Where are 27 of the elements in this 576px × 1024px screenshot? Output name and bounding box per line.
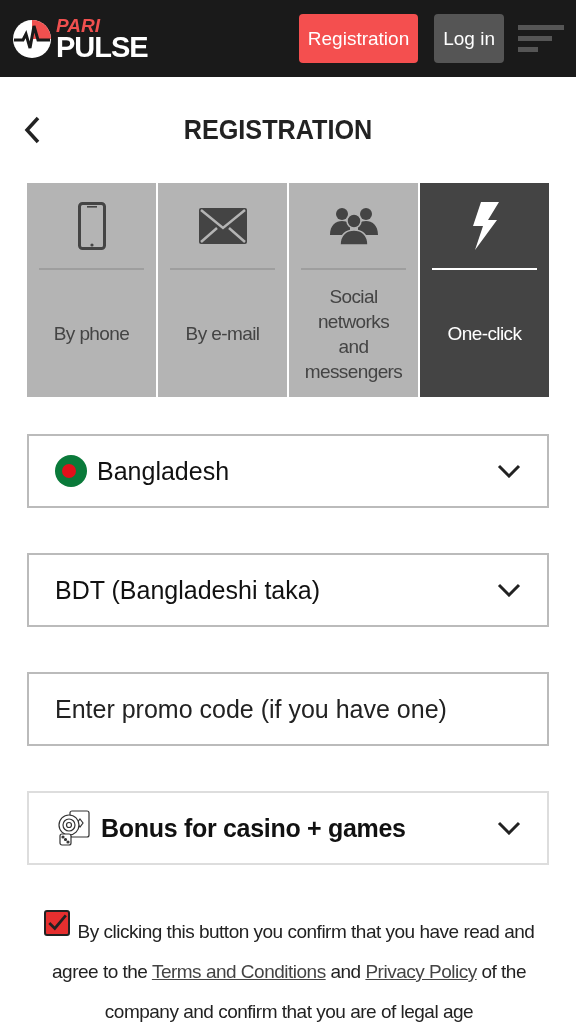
- chevron-down-icon: [497, 821, 521, 835]
- terms-link[interactable]: Terms and Conditions: [151, 961, 326, 982]
- chevron-down-icon: [497, 583, 521, 597]
- login-button[interactable]: Log in: [434, 14, 504, 63]
- promo-code-field[interactable]: Enter promo code (if you have one): [27, 672, 549, 746]
- logo-text: PARI: [56, 16, 102, 34]
- logo-icon: [12, 18, 52, 59]
- casino-icon: [57, 810, 91, 846]
- page-title: REGISTRATION: [182, 114, 374, 146]
- people-icon: [329, 206, 378, 245]
- registration-tab[interactable]: Social networks and messengers: [289, 183, 418, 397]
- consent-text: By clicking this button you confirm that you have read and agree to the Terms and Conditions and Privacy Policy of the company and confirm that you are of legal age: [30, 910, 548, 1024]
- currency-select[interactable]: BDT (Bangladeshi taka): [27, 553, 549, 627]
- chevron-down-icon: [497, 464, 521, 478]
- registration-tab[interactable]: By e-mail: [158, 183, 287, 397]
- phone-icon: [77, 201, 106, 250]
- registration-tab[interactable]: One-click: [420, 183, 549, 397]
- agree-checkbox[interactable]: [43, 910, 70, 936]
- lightning-icon: [470, 201, 499, 250]
- flag-icon: [55, 455, 87, 487]
- logo-text: PULSE: [56, 34, 148, 61]
- privacy-link[interactable]: Privacy Policy: [365, 961, 477, 982]
- country-select[interactable]: Bangladesh: [27, 434, 549, 508]
- registration-tab[interactable]: By phone: [27, 183, 156, 397]
- back-icon[interactable]: [22, 115, 42, 145]
- envelope-icon: [198, 207, 247, 244]
- bonus-select[interactable]: Bonus for casino + games: [27, 791, 549, 865]
